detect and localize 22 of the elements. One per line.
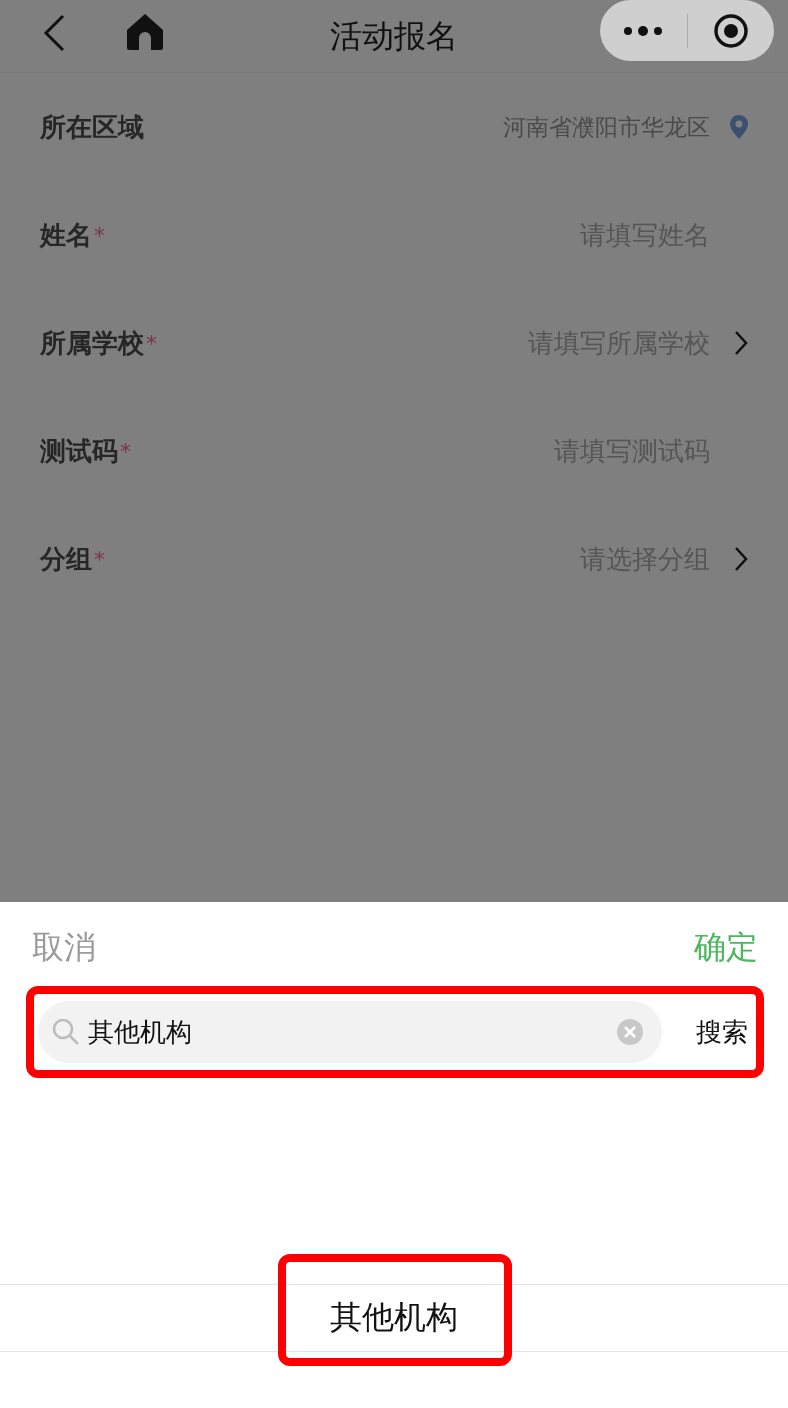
field-label: 分组 [40, 542, 92, 576]
field-label: 姓名 [40, 218, 92, 252]
chevron-right-icon [734, 546, 748, 572]
search-button[interactable]: 搜索 [696, 1014, 748, 1050]
required-mark: * [120, 438, 131, 464]
close-target-icon[interactable] [712, 12, 749, 49]
home-icon[interactable] [125, 12, 165, 50]
required-mark: * [94, 222, 105, 248]
required-mark: * [94, 546, 105, 572]
more-icon[interactable] [623, 24, 664, 37]
picker-option[interactable]: 其他机构 [0, 1284, 788, 1352]
field-label: 所属学校 [40, 326, 144, 360]
back-icon[interactable] [42, 14, 66, 52]
location-pin-icon [730, 115, 748, 139]
chevron-right-icon [734, 330, 748, 356]
search-icon [52, 1018, 80, 1046]
search-bar[interactable]: 其他机构 [38, 1001, 662, 1063]
field-label: 测试码 [40, 434, 118, 468]
page-title: 活动报名 [330, 16, 458, 56]
search-field[interactable]: 其他机构 [88, 1017, 608, 1047]
required-mark: * [146, 330, 157, 356]
field-label: 所在区域 [40, 110, 144, 144]
